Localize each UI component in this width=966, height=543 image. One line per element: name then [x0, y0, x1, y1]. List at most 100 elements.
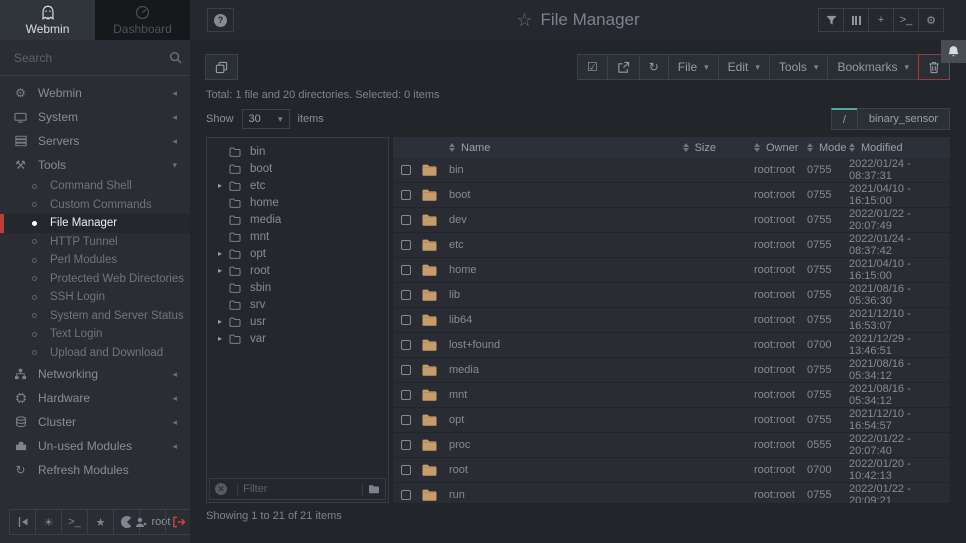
- table-row[interactable]: boot root:root 0755 2021/04/10 - 16:15:0…: [393, 183, 950, 208]
- tree-item-usr[interactable]: ▸ usr: [207, 313, 388, 330]
- table-row[interactable]: opt root:root 0755 2021/12/10 - 16:54:57: [393, 408, 950, 433]
- favorite-star-icon[interactable]: ☆: [516, 10, 532, 31]
- clear-filter-icon[interactable]: ✕: [215, 483, 227, 495]
- page-size-select[interactable]: 30 ▾: [242, 109, 290, 129]
- table-row[interactable]: dev root:root 0755 2022/01/22 - 20:07:49: [393, 208, 950, 233]
- toolbar-menu-edit[interactable]: Edit ▾: [718, 54, 770, 80]
- column-header-modified[interactable]: Modified: [840, 142, 950, 154]
- tree-item-opt[interactable]: ▸ opt: [207, 245, 388, 262]
- sidebar-subitem-http-tunnel[interactable]: HTTP Tunnel: [0, 233, 190, 252]
- tree-item-sbin[interactable]: sbin: [207, 279, 388, 296]
- filter-button[interactable]: [818, 8, 844, 32]
- expander-icon[interactable]: ▸: [218, 249, 229, 258]
- logout-button[interactable]: [165, 509, 192, 535]
- row-checkbox[interactable]: [401, 465, 411, 475]
- file-name[interactable]: lost+found: [449, 339, 618, 351]
- file-name[interactable]: boot: [449, 189, 618, 201]
- file-name[interactable]: mnt: [449, 389, 618, 401]
- tree-filter-input[interactable]: [243, 483, 357, 495]
- table-row[interactable]: lib root:root 0755 2021/08/16 - 05:36:30: [393, 283, 950, 308]
- table-row[interactable]: lib64 root:root 0755 2021/12/10 - 16:53:…: [393, 308, 950, 333]
- file-name[interactable]: opt: [449, 414, 618, 426]
- table-row[interactable]: etc root:root 0755 2022/01/24 - 08:37:42: [393, 233, 950, 258]
- row-checkbox[interactable]: [401, 265, 411, 275]
- sidebar-item-system[interactable]: System ◂: [0, 105, 190, 129]
- table-row[interactable]: bin root:root 0755 2022/01/24 - 08:37:31: [393, 158, 950, 183]
- file-name[interactable]: bin: [449, 164, 618, 176]
- sidebar-subitem-ssh-login[interactable]: SSH Login: [0, 288, 190, 307]
- row-checkbox[interactable]: [401, 290, 411, 300]
- sidebar-subitem-perl-modules[interactable]: Perl Modules: [0, 251, 190, 270]
- table-row[interactable]: run root:root 0755 2022/01/22 - 20:09:21: [393, 483, 950, 503]
- row-checkbox[interactable]: [401, 240, 411, 250]
- sidebar-item-webmin[interactable]: ⚙ Webmin ◂: [0, 81, 190, 105]
- sidebar-subitem-command-shell[interactable]: Command Shell: [0, 177, 190, 196]
- tree-item-home[interactable]: home: [207, 194, 388, 211]
- sidebar-subitem-protected-web-directories[interactable]: Protected Web Directories: [0, 270, 190, 289]
- sidebar-item-cluster[interactable]: Cluster ◂: [0, 410, 190, 434]
- toolbar-menu-bookmarks[interactable]: Bookmarks ▾: [827, 54, 919, 80]
- add-button[interactable]: +: [868, 8, 894, 32]
- row-checkbox[interactable]: [401, 490, 411, 500]
- tree-item-boot[interactable]: boot: [207, 160, 388, 177]
- file-name[interactable]: lib: [449, 289, 618, 301]
- tree-item-var[interactable]: ▸ var: [207, 330, 388, 347]
- file-name[interactable]: media: [449, 364, 618, 376]
- row-checkbox[interactable]: [401, 165, 411, 175]
- file-name[interactable]: root: [449, 464, 618, 476]
- columns-button[interactable]: [843, 8, 869, 32]
- tab-webmin[interactable]: Webmin: [0, 0, 95, 40]
- sidebar-item-servers[interactable]: Servers ◂: [0, 129, 190, 153]
- table-row[interactable]: lost+found root:root 0700 2021/12/29 - 1…: [393, 333, 950, 358]
- table-row[interactable]: root root:root 0700 2022/01/20 - 10:42:1…: [393, 458, 950, 483]
- sidebar-item-refresh-modules[interactable]: ↻ Refresh Modules: [0, 458, 190, 482]
- column-header-name[interactable]: Name: [449, 142, 618, 154]
- folder-icon[interactable]: [368, 484, 380, 494]
- user-button[interactable]: root: [139, 509, 166, 535]
- favorites-star-button[interactable]: ★: [87, 509, 114, 535]
- sidebar-subitem-custom-commands[interactable]: Custom Commands: [0, 196, 190, 215]
- tree-item-root[interactable]: ▸ root: [207, 262, 388, 279]
- column-header-size[interactable]: Size: [618, 142, 732, 154]
- tree-item-mnt[interactable]: mnt: [207, 228, 388, 245]
- row-checkbox[interactable]: [401, 415, 411, 425]
- sidebar-subitem-system-and-server-status[interactable]: System and Server Status: [0, 307, 190, 326]
- expander-icon[interactable]: ▸: [218, 266, 229, 275]
- collapse-button[interactable]: [9, 509, 36, 535]
- terminal-button[interactable]: >_: [61, 509, 88, 535]
- row-checkbox[interactable]: [401, 390, 411, 400]
- file-name[interactable]: etc: [449, 239, 618, 251]
- column-header-owner[interactable]: Owner: [732, 142, 798, 154]
- expander-icon[interactable]: ▸: [218, 317, 229, 326]
- file-name[interactable]: proc: [449, 439, 618, 451]
- row-checkbox[interactable]: [401, 315, 411, 325]
- row-checkbox[interactable]: [401, 215, 411, 225]
- breadcrumb-binary-sensor[interactable]: binary_sensor: [857, 108, 950, 130]
- table-row[interactable]: home root:root 0755 2021/04/10 - 16:15:0…: [393, 258, 950, 283]
- tree-item-etc[interactable]: ▸ etc: [207, 177, 388, 194]
- file-name[interactable]: dev: [449, 214, 618, 226]
- sidebar-item-un-used-modules[interactable]: Un-used Modules ◂: [0, 434, 190, 458]
- toolbar-menu-tools[interactable]: Tools ▾: [769, 54, 829, 80]
- tree-item-media[interactable]: media: [207, 211, 388, 228]
- sidebar-item-networking[interactable]: Networking ◂: [0, 362, 190, 386]
- notifications-button[interactable]: [941, 40, 966, 63]
- refresh-button[interactable]: ↻: [639, 54, 669, 80]
- terminal-button[interactable]: >_: [893, 8, 919, 32]
- row-checkbox[interactable]: [401, 440, 411, 450]
- expander-icon[interactable]: ▸: [218, 181, 229, 190]
- sidebar-item-tools[interactable]: ⚒ Tools ▾: [0, 153, 190, 177]
- row-checkbox[interactable]: [401, 190, 411, 200]
- breadcrumb-root[interactable]: /: [831, 108, 858, 130]
- tab-dashboard[interactable]: Dashboard: [95, 0, 190, 40]
- sidebar-subitem-file-manager[interactable]: File Manager: [0, 214, 190, 233]
- settings-button[interactable]: ⚙: [918, 8, 944, 32]
- sidebar-item-hardware[interactable]: Hardware ◂: [0, 386, 190, 410]
- table-row[interactable]: media root:root 0755 2021/08/16 - 05:34:…: [393, 358, 950, 383]
- sidebar-subitem-upload-and-download[interactable]: Upload and Download: [0, 344, 190, 363]
- file-name[interactable]: lib64: [449, 314, 618, 326]
- expander-icon[interactable]: ▸: [218, 334, 229, 343]
- new-window-button[interactable]: [205, 54, 238, 80]
- file-name[interactable]: run: [449, 489, 618, 501]
- help-button[interactable]: ?: [207, 8, 234, 32]
